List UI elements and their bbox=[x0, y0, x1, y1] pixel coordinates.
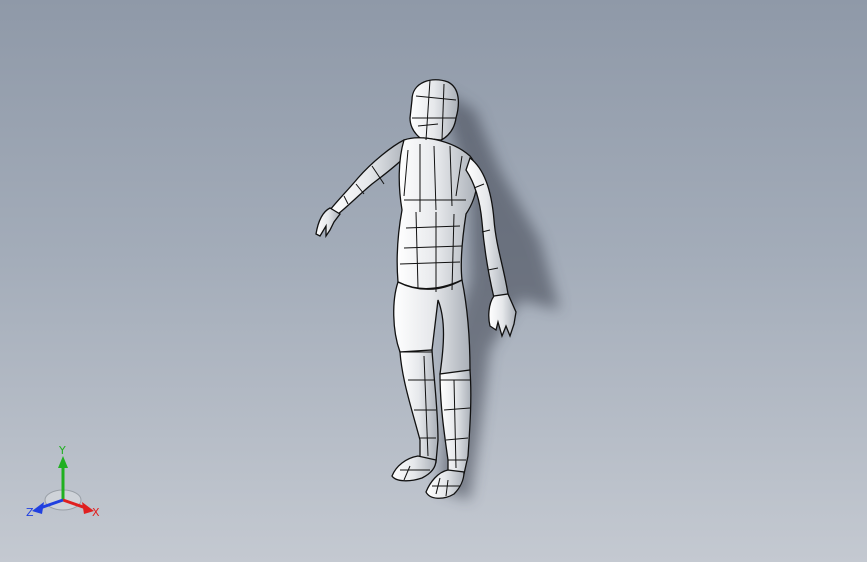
left-hand bbox=[315, 207, 341, 239]
human-figure-model[interactable] bbox=[0, 0, 867, 562]
head bbox=[409, 79, 460, 143]
torso bbox=[396, 137, 478, 290]
axis-triad: Y X Z bbox=[26, 444, 100, 519]
z-axis-label: Z bbox=[26, 506, 34, 519]
y-axis-label: Y bbox=[58, 444, 66, 457]
left-foot bbox=[391, 455, 437, 482]
x-axis-label: X bbox=[92, 506, 100, 519]
graphics-viewport[interactable]: Y X Z bbox=[0, 0, 867, 562]
left-leg bbox=[399, 349, 439, 463]
left-arm bbox=[328, 139, 409, 215]
